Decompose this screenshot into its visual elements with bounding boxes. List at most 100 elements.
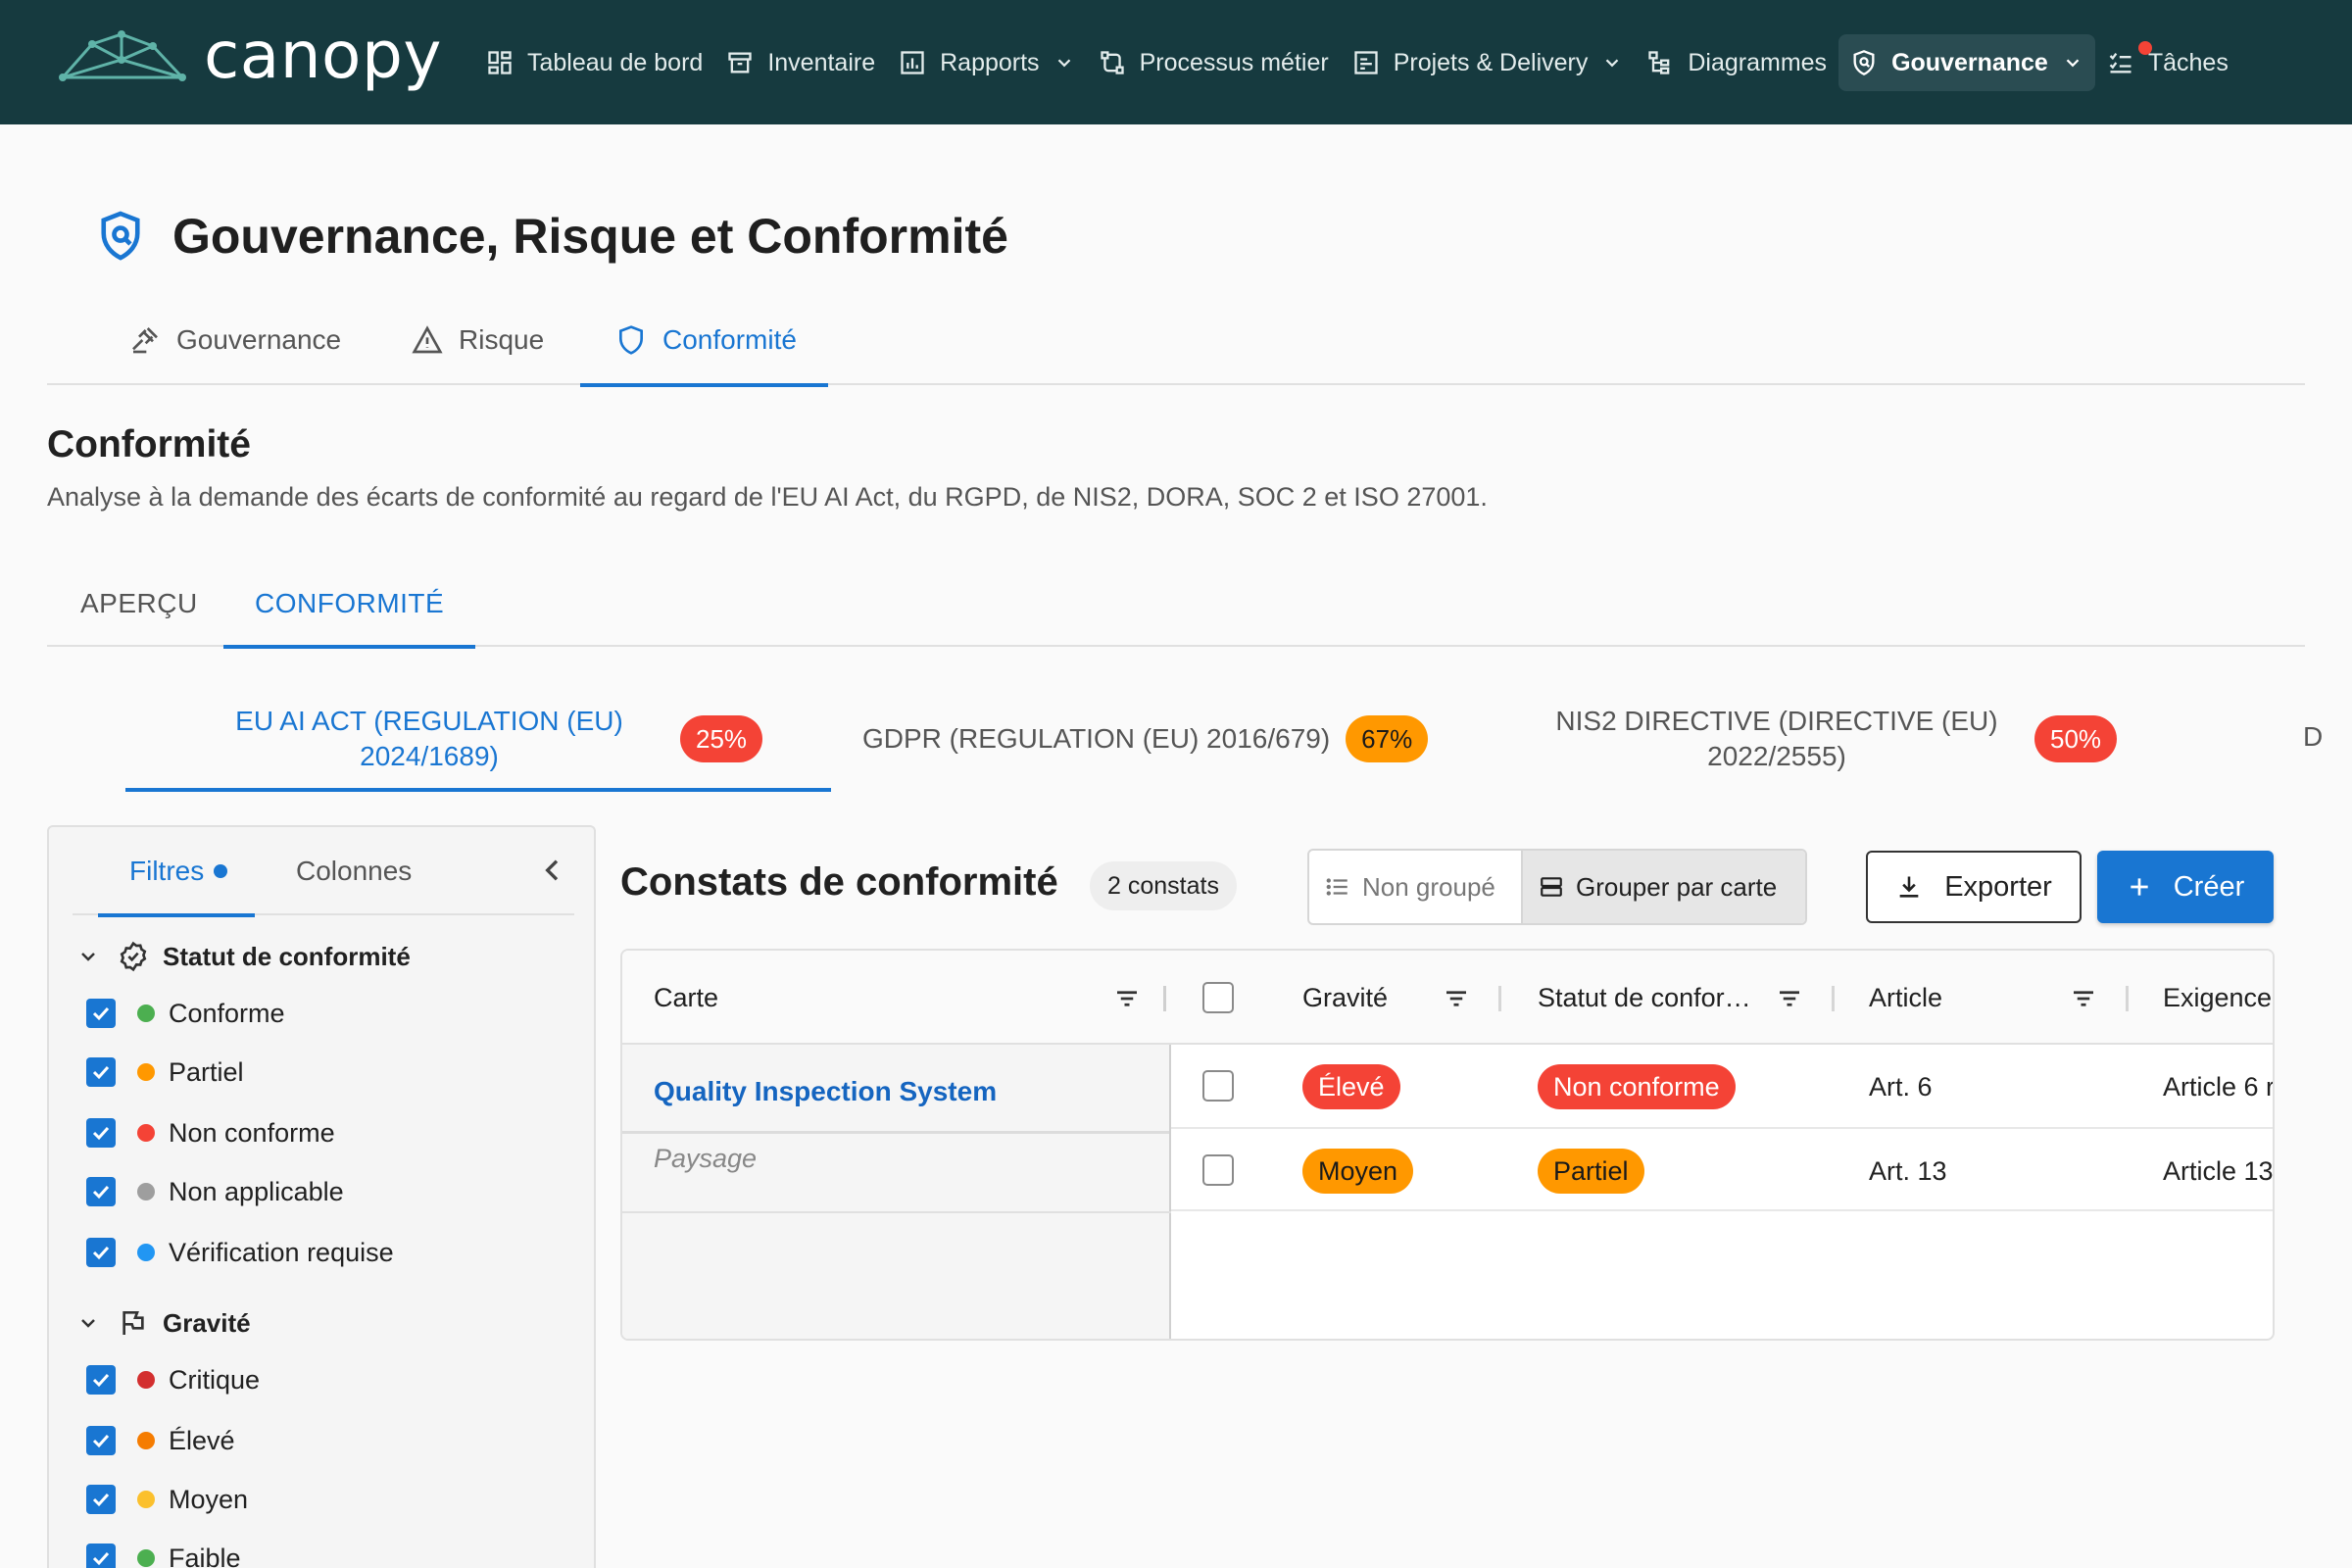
card-group-bottom-border — [622, 1211, 1171, 1213]
nav-diagrammes[interactable]: Diagrammes — [1635, 34, 1838, 91]
verified-icon — [120, 941, 147, 972]
button-label: Non groupé — [1362, 871, 1495, 902]
chevron-down-icon — [81, 953, 95, 961]
severity-chip: Élevé — [1302, 1064, 1400, 1109]
filter-icon[interactable] — [2069, 984, 2098, 1013]
severity-dot — [137, 1432, 155, 1449]
filter-icon[interactable] — [1442, 984, 1471, 1013]
status-dot — [137, 1004, 155, 1022]
severity-chip: Moyen — [1302, 1149, 1414, 1194]
regulation-title-line1: EU AI ACT (REGULATION (EU) — [235, 706, 623, 736]
checkbox-checked[interactable] — [86, 999, 116, 1028]
regulation-title: NIS2 DIRECTIVE (DIRECTIVE (EU) 2022/2555… — [1537, 704, 2017, 774]
column-separator[interactable] — [2126, 986, 2129, 1011]
tab-conformite[interactable]: Conformité — [580, 294, 828, 387]
regulation-tab-eu-ai-act[interactable]: EU AI ACT (REGULATION (EU) 2024/1689) 25… — [125, 686, 831, 792]
filter-option-label: Faible — [169, 1543, 241, 1568]
regulation-tab-gdpr[interactable]: GDPR (REGULATION (EU) 2016/679) 67% — [862, 686, 1429, 792]
tab-label: Filtres — [129, 856, 205, 886]
filter-option-partiel[interactable]: Partiel — [86, 1053, 244, 1092]
select-all-checkbox[interactable] — [1202, 982, 1234, 1013]
card-name-link[interactable]: Quality Inspection System — [654, 1072, 997, 1111]
filter-option-non-conforme[interactable]: Non conforme — [86, 1113, 335, 1152]
top-navbar: canopy Tableau de bord Inventaire Rappor… — [0, 0, 2352, 124]
checkbox-checked[interactable] — [86, 1485, 116, 1514]
findings-count-badge: 2 constats — [1090, 861, 1237, 910]
ungrouped-button[interactable]: Non groupé — [1309, 851, 1521, 923]
nav-gouvernance[interactable]: Gouvernance — [1838, 34, 2095, 91]
nav-tableau-de-bord[interactable]: Tableau de bord — [474, 34, 714, 91]
warning-icon — [412, 324, 443, 353]
status-chip: Non conforme — [1538, 1064, 1736, 1109]
column-separator[interactable] — [1498, 986, 1501, 1011]
tab-filters[interactable]: Filtres — [97, 827, 256, 917]
export-button[interactable]: Exporter — [1866, 851, 2082, 923]
nav-label: Gouvernance — [1891, 48, 2048, 76]
project-icon — [1354, 51, 1378, 74]
filter-panel: Filtres Colonnes Statut de conformité Co… — [47, 825, 596, 1568]
status-cell: Partiel — [1538, 1147, 1644, 1196]
filter-icon[interactable] — [1112, 984, 1142, 1013]
column-header-statut[interactable]: Statut de confor… — [1538, 951, 1763, 1045]
filter-option-non-applicable[interactable]: Non applicable — [86, 1172, 344, 1211]
page-title: Gouvernance, Risque et Conformité — [172, 209, 1008, 264]
filter-option-eleve[interactable]: Élevé — [86, 1421, 235, 1460]
chevron-left-icon[interactable] — [537, 855, 568, 886]
create-button[interactable]: Créer — [2097, 851, 2274, 923]
tab-apercu[interactable]: APERÇU — [80, 561, 198, 647]
tab-conformite-detail[interactable]: CONFORMITÉ — [222, 561, 476, 649]
column-separator[interactable] — [1163, 986, 1166, 1011]
column-header-exigence[interactable]: Exigence — [2163, 951, 2272, 1045]
filter-group-status[interactable]: Statut de conformité — [76, 941, 411, 972]
severity-cell: Élevé — [1302, 1062, 1400, 1111]
nav-projets-delivery[interactable]: Projets & Delivery — [1341, 34, 1636, 91]
checkbox-checked[interactable] — [86, 1426, 116, 1455]
severity-dot — [137, 1371, 155, 1389]
checkbox-checked[interactable] — [86, 1365, 116, 1395]
filter-option-verification-requise[interactable]: Vérification requise — [86, 1233, 394, 1272]
filter-option-critique[interactable]: Critique — [86, 1360, 260, 1399]
checkbox-checked[interactable] — [86, 1238, 116, 1267]
column-header-article[interactable]: Article — [1869, 951, 1942, 1045]
grouping-toggle: Non groupé Grouper par carte — [1307, 849, 1807, 925]
nav-rapports[interactable]: Rapports — [887, 34, 1086, 91]
checkbox-checked[interactable] — [86, 1544, 116, 1568]
compliance-score-badge: 50% — [2034, 715, 2118, 762]
filter-option-faible[interactable]: Faible — [86, 1539, 241, 1568]
filter-option-moyen[interactable]: Moyen — [86, 1480, 248, 1519]
table-row[interactable]: Élevé Non conforme Art. 6 Article 6 r — [1171, 1047, 2275, 1129]
dashboard-icon — [488, 51, 512, 74]
tab-columns[interactable]: Colonnes — [296, 827, 412, 915]
canopy-logo[interactable]: canopy — [59, 24, 442, 88]
column-header-gravite[interactable]: Gravité — [1302, 951, 1388, 1045]
filter-group-severity[interactable]: Gravité — [76, 1307, 251, 1339]
gavel-icon — [132, 326, 158, 353]
row-checkbox[interactable] — [1202, 1154, 1234, 1186]
check-icon — [92, 1065, 110, 1080]
regulation-tab-truncated[interactable]: D — [2303, 721, 2323, 753]
checkbox-checked[interactable] — [86, 1177, 116, 1206]
nav-inventaire[interactable]: Inventaire — [714, 34, 887, 91]
checkbox-checked[interactable] — [86, 1057, 116, 1087]
group-by-card-button[interactable]: Grouper par carte — [1521, 851, 1805, 923]
column-header-carte[interactable]: Carte — [654, 951, 718, 1045]
nav-taches[interactable]: Tâches — [2095, 34, 2240, 91]
status-cell: Non conforme — [1538, 1062, 1736, 1111]
filter-option-conforme[interactable]: Conforme — [86, 994, 285, 1033]
requirement-cell: Article 6 r — [2163, 1071, 2275, 1102]
nav-label: Diagrammes — [1688, 48, 1828, 76]
chevron-down-icon — [1057, 59, 1070, 68]
tab-label: Risque — [459, 323, 545, 355]
checkbox-checked[interactable] — [86, 1118, 116, 1148]
check-icon — [92, 1246, 110, 1260]
column-separator[interactable] — [1832, 986, 1835, 1011]
regulation-title-line2: 2022/2555) — [1707, 741, 1846, 771]
table-row[interactable]: Moyen Partiel Art. 13 Article 13 — [1171, 1129, 2273, 1211]
nav-processus-metier[interactable]: Processus métier — [1087, 34, 1341, 91]
row-checkbox[interactable] — [1202, 1070, 1234, 1102]
filter-icon[interactable] — [1775, 984, 1804, 1013]
regulation-tab-nis2[interactable]: NIS2 DIRECTIVE (DIRECTIVE (EU) 2022/2555… — [1537, 686, 2118, 792]
tab-risque[interactable]: Risque — [412, 294, 544, 385]
tab-gouvernance[interactable]: Gouvernance — [129, 294, 341, 385]
check-icon — [92, 1185, 110, 1200]
